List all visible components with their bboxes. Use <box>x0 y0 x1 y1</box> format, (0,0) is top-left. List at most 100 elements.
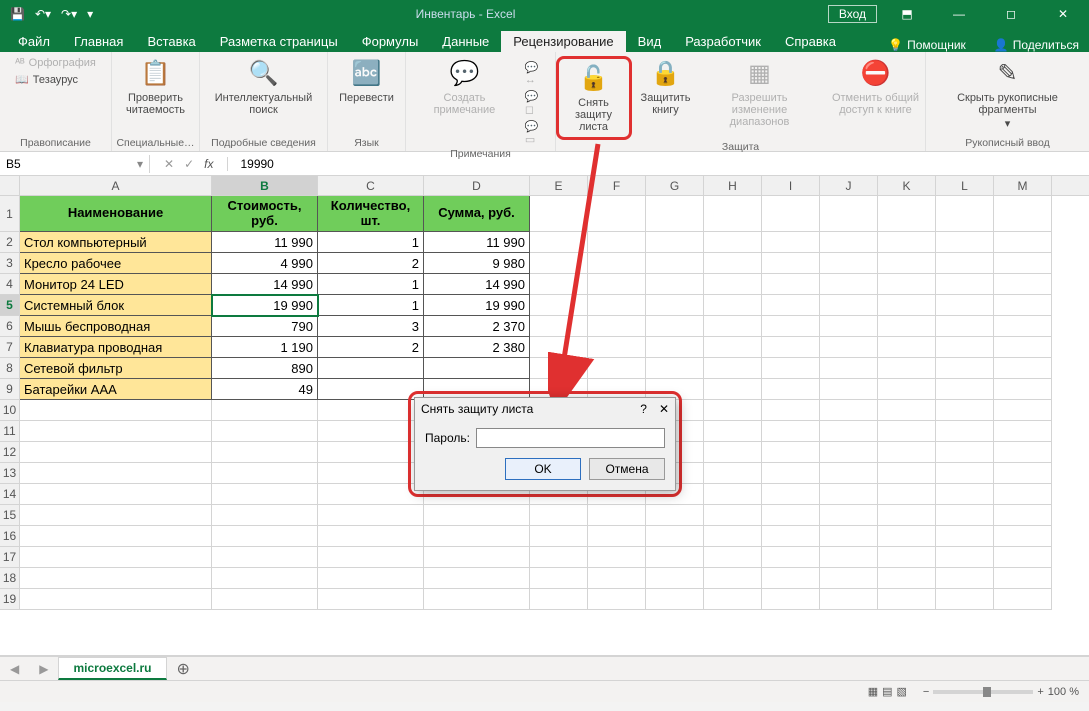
tab-справка[interactable]: Справка <box>773 31 848 52</box>
qty-cell[interactable]: 1 <box>318 232 424 253</box>
empty-cell[interactable] <box>994 463 1052 484</box>
column-header[interactable]: K <box>878 176 936 195</box>
empty-cell[interactable] <box>878 295 936 316</box>
cost-cell[interactable]: 890 <box>212 358 318 379</box>
empty-cell[interactable] <box>820 379 878 400</box>
sum-cell[interactable]: 19 990 <box>424 295 530 316</box>
empty-cell[interactable] <box>936 568 994 589</box>
allow-edit-ranges-button[interactable]: ▦ Разрешить изменение диапазонов <box>700 56 820 130</box>
empty-cell[interactable] <box>762 568 820 589</box>
empty-cell[interactable] <box>994 295 1052 316</box>
empty-cell[interactable] <box>704 232 762 253</box>
empty-cell[interactable] <box>820 568 878 589</box>
row-header[interactable]: 13 <box>0 463 19 484</box>
empty-cell[interactable] <box>646 505 704 526</box>
empty-cell[interactable] <box>646 337 704 358</box>
empty-cell[interactable] <box>20 526 212 547</box>
empty-cell[interactable] <box>318 505 424 526</box>
empty-cell[interactable] <box>530 274 588 295</box>
empty-cell[interactable] <box>878 379 936 400</box>
empty-cell[interactable] <box>994 337 1052 358</box>
empty-cell[interactable] <box>762 526 820 547</box>
empty-cell[interactable] <box>424 547 530 568</box>
empty-cell[interactable] <box>936 379 994 400</box>
empty-cell[interactable] <box>820 316 878 337</box>
column-header[interactable]: F <box>588 176 646 195</box>
new-comment-button[interactable]: 💬 Создать примечание <box>412 56 517 118</box>
empty-cell[interactable] <box>530 547 588 568</box>
row-header[interactable]: 17 <box>0 547 19 568</box>
header-cell[interactable]: Количество, шт. <box>318 196 424 232</box>
empty-cell[interactable] <box>20 421 212 442</box>
empty-cell[interactable] <box>704 463 762 484</box>
maximize-icon[interactable]: ◻ <box>989 0 1033 28</box>
tab-вставка[interactable]: Вставка <box>135 31 207 52</box>
unprotect-sheet-button[interactable]: 🔓 Снять защиту листа <box>561 61 627 135</box>
empty-cell[interactable] <box>994 400 1052 421</box>
empty-cell[interactable] <box>762 463 820 484</box>
empty-cell[interactable] <box>820 358 878 379</box>
row-header[interactable]: 3 <box>0 253 19 274</box>
empty-cell[interactable] <box>878 316 936 337</box>
name-cell[interactable]: Кресло рабочее <box>20 253 212 274</box>
select-all-button[interactable] <box>0 176 20 196</box>
empty-cell[interactable] <box>530 589 588 610</box>
empty-cell[interactable] <box>762 484 820 505</box>
empty-cell[interactable] <box>646 526 704 547</box>
zoom-in-icon[interactable]: + <box>1037 686 1043 698</box>
name-cell[interactable]: Системный блок <box>20 295 212 316</box>
column-header[interactable]: J <box>820 176 878 195</box>
column-header[interactable]: L <box>936 176 994 195</box>
empty-cell[interactable] <box>936 484 994 505</box>
empty-cell[interactable] <box>424 505 530 526</box>
empty-cell[interactable] <box>936 253 994 274</box>
qty-cell[interactable]: 3 <box>318 316 424 337</box>
empty-cell[interactable] <box>646 589 704 610</box>
empty-cell[interactable] <box>588 589 646 610</box>
empty-cell[interactable] <box>820 337 878 358</box>
empty-cell[interactable] <box>994 484 1052 505</box>
empty-cell[interactable] <box>762 505 820 526</box>
empty-cell[interactable] <box>530 253 588 274</box>
sheet-tab[interactable]: microexcel.ru <box>58 657 166 680</box>
row-header[interactable]: 6 <box>0 316 19 337</box>
empty-cell[interactable] <box>530 295 588 316</box>
row-header[interactable]: 19 <box>0 589 19 610</box>
hide-ink-button[interactable]: ✎ Скрыть рукописные фрагменты▾ <box>932 56 1083 132</box>
name-cell[interactable]: Мышь беспроводная <box>20 316 212 337</box>
comment-all-icon[interactable]: 💬▭ <box>523 119 549 147</box>
empty-cell[interactable] <box>936 358 994 379</box>
empty-cell[interactable] <box>704 295 762 316</box>
accept-formula-icon[interactable]: ✓ <box>184 157 194 171</box>
empty-cell[interactable] <box>588 295 646 316</box>
header-cell[interactable]: Сумма, руб. <box>424 196 530 232</box>
sheet-nav-prev-icon[interactable]: ◀ <box>0 662 29 676</box>
empty-cell[interactable] <box>878 421 936 442</box>
empty-cell[interactable] <box>646 358 704 379</box>
password-input[interactable] <box>476 428 665 448</box>
cancel-formula-icon[interactable]: ✕ <box>164 157 174 171</box>
view-normal-icon[interactable]: ▦ <box>868 685 878 698</box>
empty-cell[interactable] <box>762 232 820 253</box>
empty-cell[interactable] <box>994 442 1052 463</box>
empty-cell[interactable] <box>762 274 820 295</box>
empty-cell[interactable] <box>994 253 1052 274</box>
empty-cell[interactable] <box>936 463 994 484</box>
empty-cell[interactable] <box>994 505 1052 526</box>
cost-cell[interactable]: 790 <box>212 316 318 337</box>
empty-cell[interactable] <box>588 526 646 547</box>
empty-cell[interactable] <box>704 253 762 274</box>
row-header[interactable]: 10 <box>0 400 19 421</box>
empty-cell[interactable] <box>704 526 762 547</box>
empty-cell[interactable] <box>588 232 646 253</box>
empty-cell[interactable] <box>878 196 936 232</box>
cost-cell[interactable]: 1 190 <box>212 337 318 358</box>
cost-cell[interactable]: 14 990 <box>212 274 318 295</box>
empty-cell[interactable] <box>20 442 212 463</box>
empty-cell[interactable] <box>936 421 994 442</box>
row-header[interactable]: 15 <box>0 505 19 526</box>
empty-cell[interactable] <box>878 547 936 568</box>
row-header[interactable]: 5 <box>0 295 19 316</box>
empty-cell[interactable] <box>20 505 212 526</box>
row-header[interactable]: 4 <box>0 274 19 295</box>
